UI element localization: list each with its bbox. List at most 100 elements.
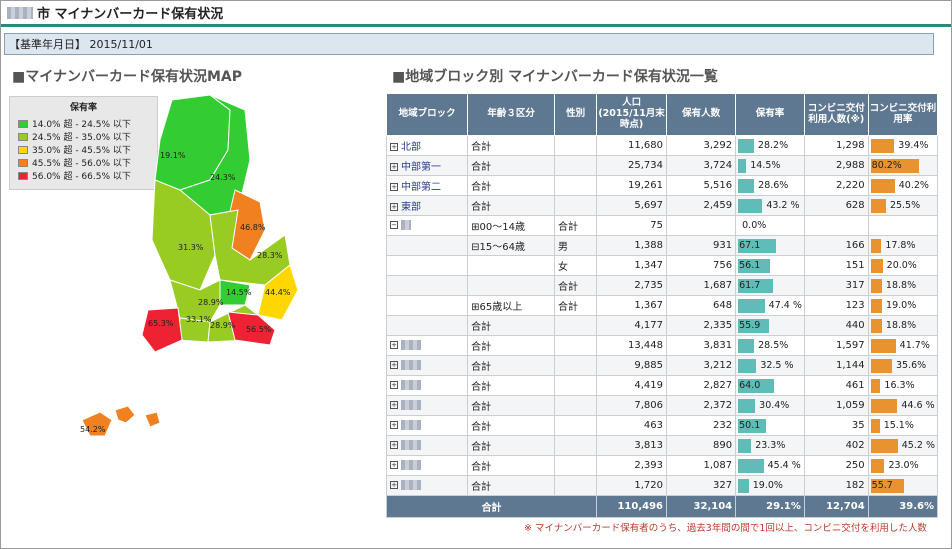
column-header[interactable]: 性別 — [553, 93, 598, 136]
column-header[interactable]: 年齢３区分 — [467, 93, 555, 136]
region-link[interactable]: 東部 — [401, 202, 421, 213]
region-cell[interactable] — [385, 295, 469, 316]
region-cell[interactable]: + 中部第一 — [385, 155, 469, 176]
table-row[interactable]: ⊟15～64歳男 1,388 931 67.1 166 17.8% — [385, 235, 939, 256]
rate-value: 64.0 — [739, 380, 761, 391]
expand-toggle-icon[interactable]: + — [390, 203, 398, 211]
table-row[interactable]: ⊞65歳以上 合計 1,367 648 47.4 % 123 19.0% — [385, 295, 939, 316]
region-cell[interactable]: + — [385, 475, 469, 496]
expand-toggle-icon[interactable]: + — [390, 163, 398, 171]
population-cell: 2,393 — [596, 455, 668, 476]
conv-users-cell: 123 — [803, 295, 869, 316]
region-link[interactable]: 中部第二 — [401, 182, 441, 193]
region-cell[interactable]: + — [385, 415, 469, 436]
table-row[interactable]: + 合計 2,393 1,087 45.4 % 250 23.0% — [385, 455, 939, 476]
rate-value: 14.5% — [750, 160, 781, 171]
region-cell[interactable] — [385, 315, 469, 336]
column-header[interactable]: 人口 (2015/11月末時点) — [596, 93, 668, 136]
region-cell[interactable]: + — [385, 395, 469, 416]
expand-toggle-icon[interactable]: + — [390, 461, 398, 469]
region-link[interactable]: 北部 — [401, 142, 421, 153]
region-cell[interactable]: + 東部 — [385, 195, 469, 216]
table-row[interactable]: 合計 2,735 1,687 61.7 317 18.8% — [385, 275, 939, 296]
expand-toggle-icon[interactable]: − — [390, 221, 398, 229]
redacted-region-name — [401, 420, 421, 430]
conv-rate-cell: 18.8% — [867, 315, 939, 336]
column-header[interactable]: 保有人数 — [666, 93, 737, 136]
conv-rate-value: 18.8% — [885, 280, 917, 291]
redacted-region-name — [401, 220, 411, 230]
map-region-south-west-coast[interactable] — [141, 307, 183, 353]
table-row[interactable]: + 合計 13,448 3,831 28.5% 1,597 41.7% — [385, 335, 939, 356]
rate-bar — [738, 339, 755, 353]
table-row[interactable]: + 合計 4,419 2,827 64.0 461 16.3% — [385, 375, 939, 396]
table-row[interactable]: 女 1,347 756 56.1 151 20.0% — [385, 255, 939, 276]
region-link[interactable]: 中部第一 — [401, 162, 441, 173]
table-row[interactable]: − ⊞00～14歳 合計 75 0.0% — [385, 215, 939, 236]
sex-cell — [553, 475, 598, 496]
expand-toggle-icon[interactable]: + — [390, 381, 398, 389]
expand-toggle-icon[interactable]: + — [390, 341, 398, 349]
region-cell[interactable] — [385, 255, 469, 276]
legend-swatch — [18, 145, 28, 154]
conv-rate-cell: 55.7 — [867, 475, 939, 496]
table-row[interactable]: + 中部第一 合計 25,734 3,724 14.5% 2,988 80.2% — [385, 155, 939, 176]
region-cell[interactable]: + 北部 — [385, 135, 469, 156]
expand-toggle-icon[interactable]: + — [390, 441, 398, 449]
expand-toggle-icon[interactable]: + — [390, 143, 398, 151]
column-header[interactable]: コンビニ交付利用率 — [867, 93, 939, 136]
conv-rate-value: 25.5% — [889, 200, 921, 211]
expand-toggle-icon[interactable]: + — [390, 481, 398, 489]
rate-value: 28.6% — [758, 180, 789, 191]
table-row[interactable]: + 合計 1,720 327 19.0% 182 55.7 — [385, 475, 939, 496]
region-cell[interactable] — [385, 275, 469, 296]
region-cell[interactable]: + 中部第二 — [385, 175, 469, 196]
rate-bar — [738, 159, 747, 173]
region-cell[interactable]: + — [385, 435, 469, 456]
table-row[interactable]: 合計 4,177 2,335 55.9 440 18.8% — [385, 315, 939, 336]
rate-cell: 14.5% — [735, 155, 805, 176]
conv-users-cell: 461 — [803, 375, 869, 396]
region-cell[interactable]: − — [385, 215, 469, 236]
sex-cell: 合計 — [553, 215, 598, 236]
region-cell[interactable]: + — [385, 355, 469, 376]
column-header[interactable]: コンビニ交付利用人数(※) — [803, 93, 869, 136]
population-cell: 1,347 — [596, 255, 668, 276]
table-row[interactable]: + 東部 合計 5,697 2,459 43.2 % 628 25.5% — [385, 195, 939, 216]
table-row[interactable]: + 合計 9,885 3,212 32.5 % 1,144 35.6% — [385, 355, 939, 376]
conv-rate-value: 35.6% — [896, 360, 927, 371]
population-cell: 1,388 — [596, 235, 668, 256]
rate-cell: 0.0% — [735, 215, 805, 236]
age-group-cell — [467, 275, 555, 296]
rate-value: 56.1 — [739, 260, 761, 271]
age-group-cell: 合計 — [467, 475, 555, 496]
table-row[interactable]: + 合計 463 232 50.1 35 15.1% — [385, 415, 939, 436]
redacted-region-name — [401, 460, 421, 470]
population-cell: 463 — [596, 415, 668, 436]
table-row[interactable]: + 合計 7,806 2,372 30.4% 1,059 44.6 % — [385, 395, 939, 416]
rate-value: 50.1 — [739, 420, 761, 431]
map-label: 28.9% — [210, 321, 236, 330]
table-row[interactable]: + 合計 3,813 890 23.3% 402 45.2 % — [385, 435, 939, 456]
expand-toggle-icon[interactable]: + — [390, 183, 398, 191]
table-row[interactable]: + 北部 合計 11,680 3,292 28.2% 1,298 39.4% — [385, 135, 939, 156]
column-header[interactable]: 地域ブロック — [385, 93, 469, 136]
conv-rate-value: 44.6 % — [901, 400, 935, 411]
expand-toggle-icon[interactable]: + — [390, 421, 398, 429]
map-label: 44.4% — [265, 288, 291, 297]
region-cell[interactable] — [385, 235, 469, 256]
conv-rate-value: 39.4% — [898, 140, 929, 151]
sex-cell — [553, 175, 598, 196]
region-cell[interactable]: + — [385, 455, 469, 476]
population-cell: 3,813 — [596, 435, 668, 456]
redacted-region-name — [401, 440, 421, 450]
column-header[interactable]: 保有率 — [735, 93, 805, 136]
region-cell[interactable]: + — [385, 375, 469, 396]
expand-toggle-icon[interactable]: + — [390, 401, 398, 409]
expand-toggle-icon[interactable]: + — [390, 361, 398, 369]
map-label: 14.5% — [226, 288, 252, 297]
region-cell[interactable]: + — [385, 335, 469, 356]
map-label: 28.9% — [198, 298, 224, 307]
total-label: 合計 — [385, 495, 598, 518]
table-row[interactable]: + 中部第二 合計 19,261 5,516 28.6% 2,220 40.2% — [385, 175, 939, 196]
